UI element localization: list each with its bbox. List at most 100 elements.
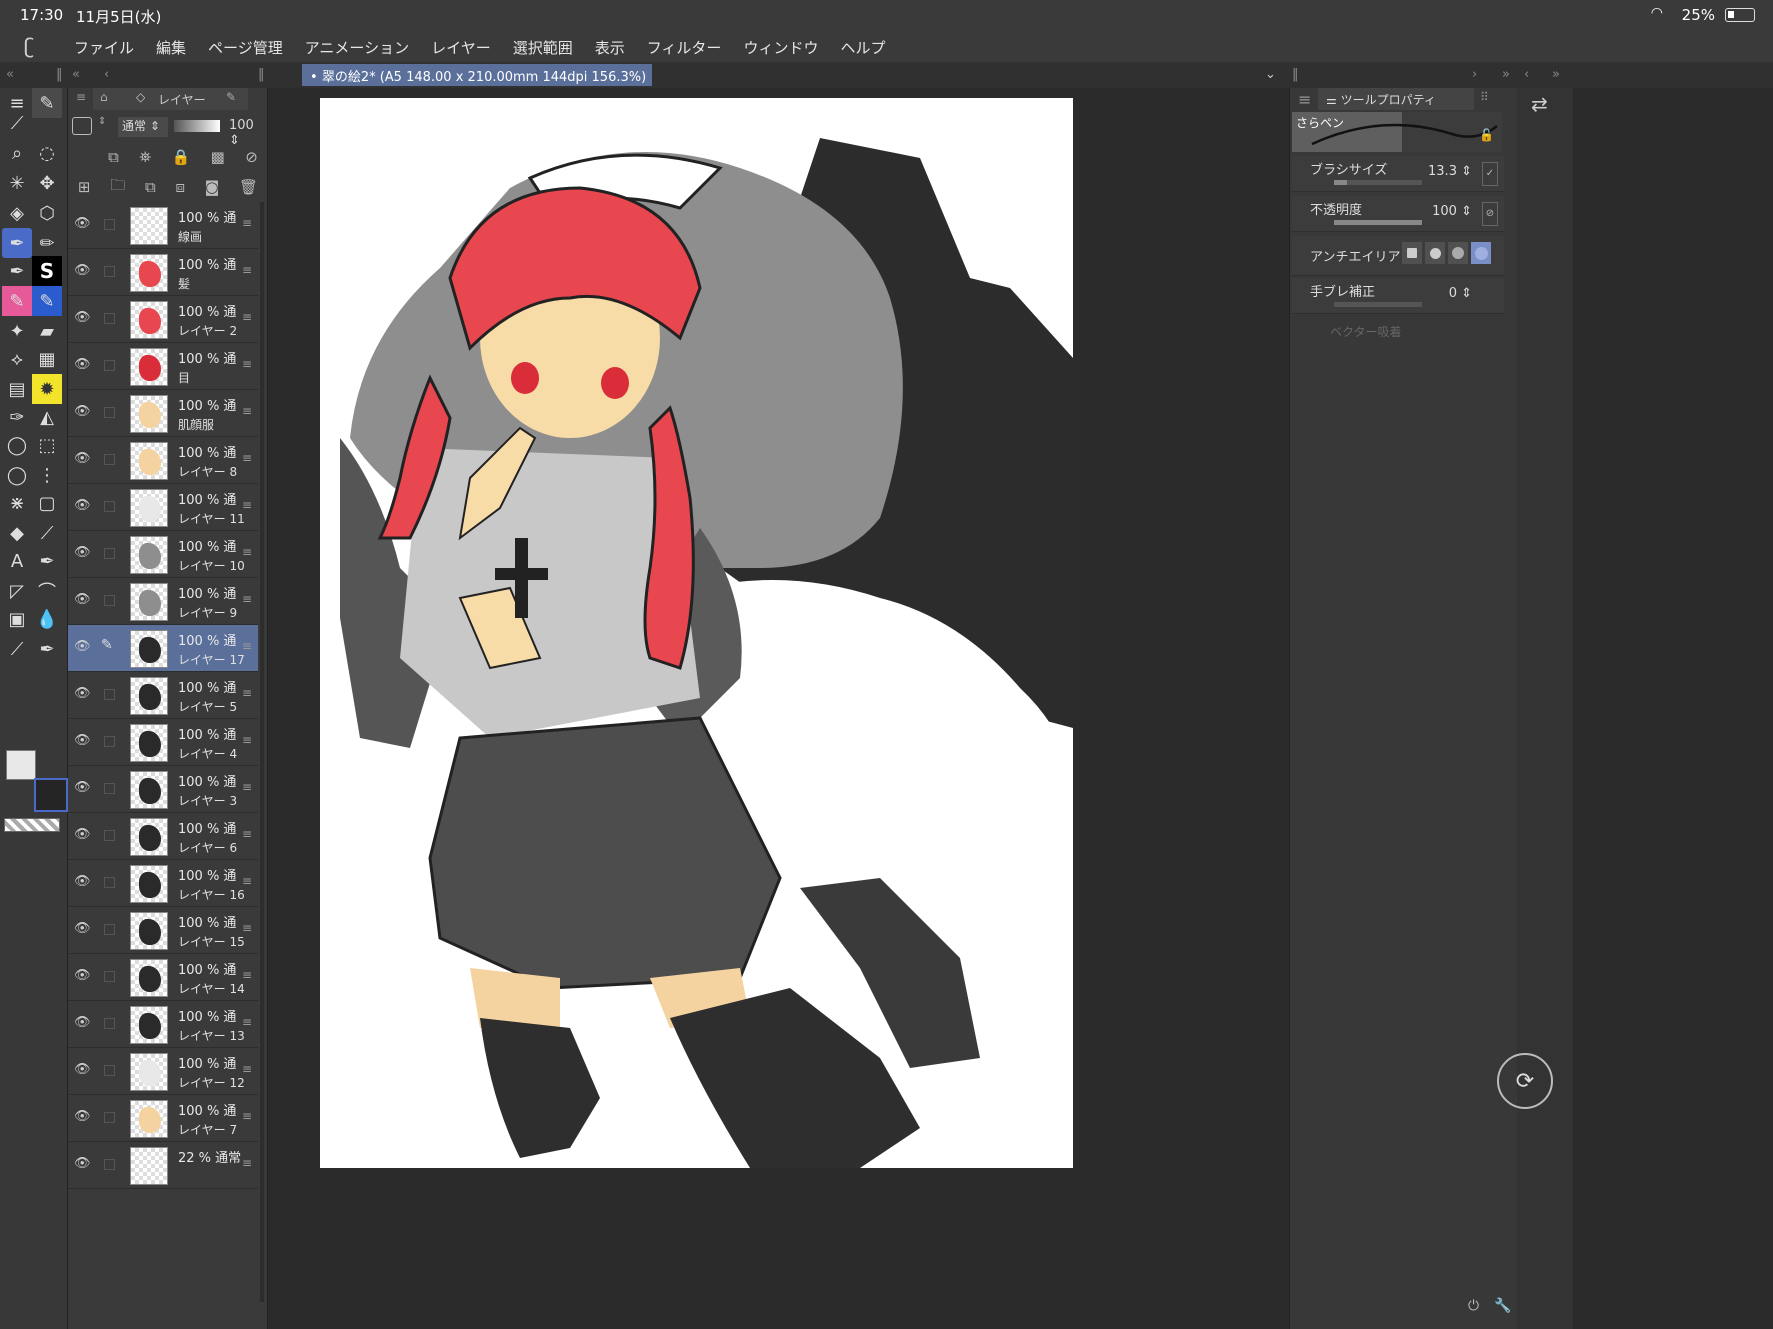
layer-row[interactable]: 👁 100 % 通 レイヤー 3 ≡ [68, 766, 258, 813]
layer-select-checkbox[interactable] [104, 736, 115, 747]
canvas-area[interactable] [268, 88, 1289, 1329]
stabilization-slider[interactable] [1334, 302, 1422, 307]
collapse-left-icon-2[interactable]: « [72, 67, 80, 82]
visibility-eye-icon[interactable]: 👁 [74, 404, 91, 419]
drag-handle-icon[interactable]: ≡ [242, 968, 252, 982]
layer-row[interactable]: 👁 100 % 通 レイヤー 12 ≡ [68, 1048, 258, 1095]
figure-icon[interactable]: ◸ [2, 576, 32, 606]
sparkle-icon[interactable]: ✦ [2, 316, 32, 346]
menu-item[interactable]: レイヤー [431, 37, 491, 58]
layer-select-checkbox[interactable] [104, 1065, 115, 1076]
panel-divider-icon[interactable]: ‖ [56, 67, 63, 82]
drag-handle-icon[interactable]: ≡ [242, 639, 252, 653]
visibility-eye-icon[interactable]: 👁 [74, 1156, 91, 1171]
app-logo-icon[interactable]: ʗ [24, 34, 34, 58]
layer-select-checkbox[interactable] [104, 454, 115, 465]
grid-icon[interactable]: ⠿ [1480, 90, 1489, 104]
layer-row[interactable]: 👁 100 % 通 レイヤー 5 ≡ [68, 672, 258, 719]
drag-handle-icon[interactable]: ≡ [242, 498, 252, 512]
chevron-left-icon[interactable]: ‹ [104, 67, 109, 82]
collapse-left-icon[interactable]: « [6, 67, 14, 82]
menu-item[interactable]: 表示 [595, 37, 625, 58]
visibility-eye-icon[interactable]: 👁 [74, 310, 91, 325]
document-tab[interactable]: • 翠の絵2* (A5 148.00 x 210.00mm 144dpi 156… [302, 64, 652, 86]
drag-handle-icon[interactable]: ≡ [242, 733, 252, 747]
drag-handle-icon[interactable]: ≡ [242, 545, 252, 559]
visibility-eye-icon[interactable]: 👁 [74, 874, 91, 889]
chevron-right-icon[interactable]: › [1472, 67, 1477, 82]
visibility-eye-icon[interactable]: 👁 [74, 639, 91, 654]
layer-select-checkbox[interactable] [104, 595, 115, 606]
layer-row[interactable]: 👁 100 % 通 目 ≡ [68, 343, 258, 390]
layer-color-square-icon[interactable] [72, 117, 92, 135]
visibility-eye-icon[interactable]: 👁 [74, 686, 91, 701]
drag-handle-icon[interactable]: ≡ [242, 921, 252, 935]
layer-row[interactable]: 👁 100 % 通 レイヤー 9 ≡ [68, 578, 258, 625]
panel-divider-icon-2[interactable]: ‖ [258, 67, 265, 82]
menu-item[interactable]: 選択範囲 [513, 37, 573, 58]
visibility-eye-icon[interactable]: 👁 [74, 357, 91, 372]
eraser-icon[interactable]: ▰ [32, 316, 62, 346]
layer-select-checkbox[interactable] [104, 501, 115, 512]
tool-property-tab[interactable]: ⚌ ツールプロパティ [1318, 88, 1474, 110]
antialias-weak-icon[interactable] [1425, 242, 1445, 264]
drag-handle-icon[interactable]: ≡ [242, 1109, 252, 1123]
drag-handle-icon[interactable]: ≡ [242, 404, 252, 418]
zoom-icon[interactable]: ⌕ [2, 138, 32, 168]
pen-tab-icon-2[interactable]: ✎ [226, 90, 236, 104]
chevron-down-icon[interactable]: ⌄ [1265, 67, 1276, 82]
text-icon[interactable]: A [2, 546, 32, 576]
water-drop-icon[interactable]: 💧 [32, 604, 62, 634]
pen-tab-icon[interactable]: ✎ [32, 88, 62, 118]
blend-mode-select[interactable]: 通常 ⇕ [118, 117, 168, 137]
layer-row[interactable]: 👁 100 % 通 肌顔服 ≡ [68, 390, 258, 437]
layer-row[interactable]: 👁 100 % 通 レイヤー 15 ≡ [68, 907, 258, 954]
opacity-row[interactable]: 不透明度 100 ⇕ ⊘ [1292, 196, 1504, 232]
layer-row[interactable]: 👁 100 % 通 レイヤー 16 ≡ [68, 860, 258, 907]
vector-snap-row[interactable]: ベクター吸着 [1292, 314, 1504, 348]
unlock-icon[interactable]: 🔓 [1479, 128, 1494, 142]
drag-handle-icon[interactable]: ≡ [242, 216, 252, 230]
switch-panel-icon[interactable]: ⇄ [1531, 92, 1548, 116]
new-raster-layer-icon[interactable]: ⊞ [78, 178, 91, 196]
layer-row[interactable]: 👁 100 % 通 レイヤー 13 ≡ [68, 1001, 258, 1048]
visibility-eye-icon[interactable]: 👁 [74, 968, 91, 983]
delete-layer-icon[interactable]: 🗑 [239, 178, 258, 196]
move-icon[interactable]: ✥ [32, 168, 62, 198]
visibility-eye-icon[interactable]: 👁 [74, 1109, 91, 1124]
menu-item[interactable]: ヘルプ [840, 37, 885, 58]
layer-row[interactable]: 👁 100 % 通 レイヤー 11 ≡ [68, 484, 258, 531]
brush-preview[interactable]: さらペン 🔓 [1292, 112, 1502, 152]
auto-action-icon[interactable]: ✳ [2, 168, 32, 198]
menu-item[interactable]: ウィンドウ [743, 37, 818, 58]
visibility-eye-icon[interactable]: 👁 [74, 263, 91, 278]
expand-right-icon-2[interactable]: » [1552, 67, 1560, 82]
nib-pen-icon[interactable]: ✒ [32, 546, 62, 576]
main-color-swatch[interactable] [6, 750, 36, 780]
opacity-pressure-icon[interactable]: ⊘ [1482, 202, 1498, 226]
drag-handle-icon[interactable]: ≡ [242, 263, 252, 277]
layer-select-checkbox[interactable] [104, 877, 115, 888]
layer-row[interactable]: 👁 100 % 通 レイヤー 4 ≡ [68, 719, 258, 766]
burst-icon[interactable]: ✹ [32, 374, 62, 404]
layer-select-checkbox[interactable] [104, 1112, 115, 1123]
layer-row[interactable]: 👁 100 % 通 レイヤー 6 ≡ [68, 813, 258, 860]
drag-handle-icon[interactable]: ≡ [242, 451, 252, 465]
sub-color-swatch[interactable] [34, 778, 68, 812]
transparent-color-swatch[interactable] [4, 818, 60, 832]
menu-item[interactable]: アニメーション [305, 37, 409, 58]
rotate-canvas-button[interactable]: ⟳ [1497, 1053, 1553, 1109]
layer-property-icon[interactable]: ⌂ [100, 90, 108, 104]
layer-select-checkbox[interactable] [104, 313, 115, 324]
lock-icon[interactable]: 🔒 [172, 148, 191, 166]
drag-handle-icon[interactable]: ≡ [242, 592, 252, 606]
layer-move-icon[interactable]: ◈ [2, 198, 32, 228]
drag-handle-icon[interactable]: ≡ [242, 1156, 252, 1170]
layer-select-checkbox[interactable] [104, 219, 115, 230]
layer-select-checkbox[interactable] [104, 689, 115, 700]
layer-row[interactable]: 👁 100 % 通 レイヤー 8 ≡ [68, 437, 258, 484]
opacity-slider[interactable] [1334, 220, 1422, 225]
layer-select-checkbox[interactable] [104, 783, 115, 794]
panel-divider-icon-3[interactable]: ‖ [1292, 67, 1299, 82]
drag-handle-icon[interactable]: ≡ [242, 357, 252, 371]
